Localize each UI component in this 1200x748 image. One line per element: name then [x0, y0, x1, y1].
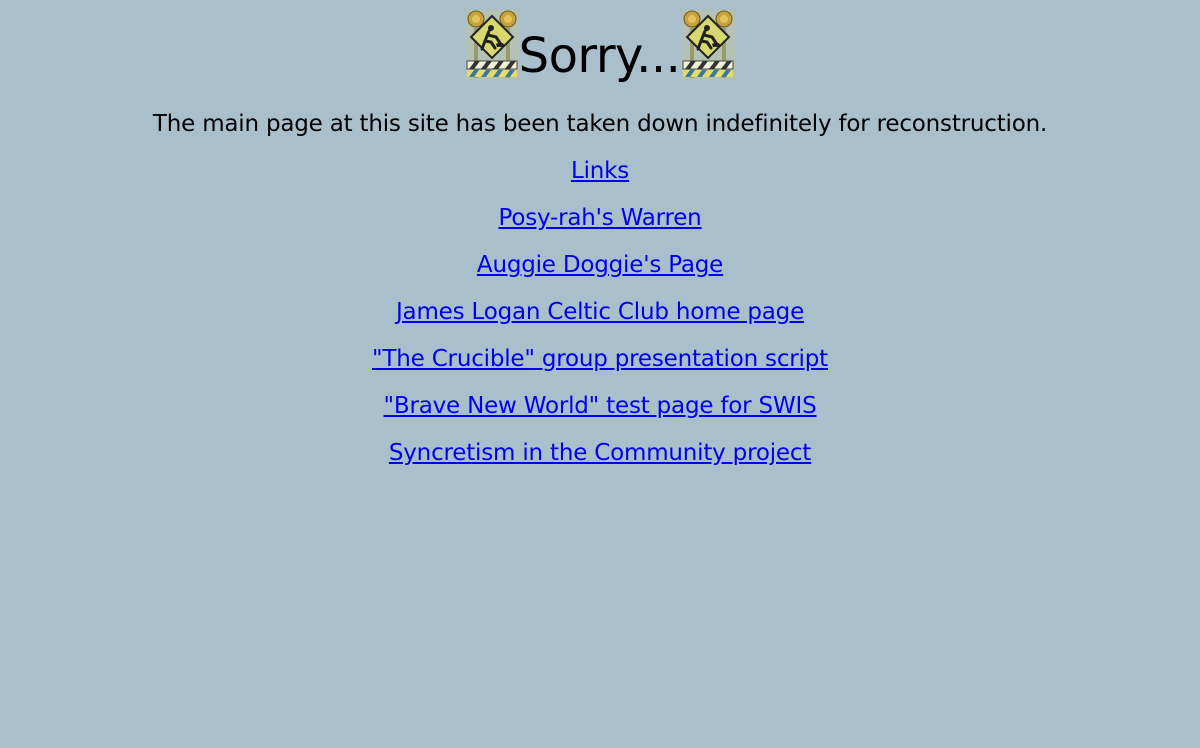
link-list: Links Posy-rah's Warren Auggie Doggie's … [0, 154, 1200, 483]
list-item: Links [0, 154, 1200, 201]
link-auggie-doggies-page[interactable]: Auggie Doggie's Page [477, 252, 723, 278]
heading-row: Sorry... [0, 8, 1200, 80]
page-title: Sorry... [518, 28, 681, 84]
construction-sign-icon [681, 10, 736, 80]
link-james-logan-celtic-club[interactable]: James Logan Celtic Club home page [396, 299, 804, 325]
link-crucible-script[interactable]: "The Crucible" group presentation script [372, 346, 828, 372]
link-posy-rahs-warren[interactable]: Posy-rah's Warren [498, 205, 701, 231]
list-item: "Brave New World" test page for SWIS [0, 389, 1200, 436]
list-item: Syncretism in the Community project [0, 436, 1200, 483]
link-brave-new-world-test[interactable]: "Brave New World" test page for SWIS [384, 393, 817, 419]
list-item: James Logan Celtic Club home page [0, 295, 1200, 342]
reconstruction-message: The main page at this site has been take… [152, 111, 1048, 137]
link-syncretism-project[interactable]: Syncretism in the Community project [389, 440, 811, 466]
page: Sorry... The main page at this site has … [0, 8, 1200, 483]
list-item: "The Crucible" group presentation script [0, 342, 1200, 389]
list-item: Auggie Doggie's Page [0, 248, 1200, 295]
construction-sign-icon [464, 10, 519, 80]
link-links[interactable]: Links [571, 158, 629, 184]
list-item: Posy-rah's Warren [0, 201, 1200, 248]
